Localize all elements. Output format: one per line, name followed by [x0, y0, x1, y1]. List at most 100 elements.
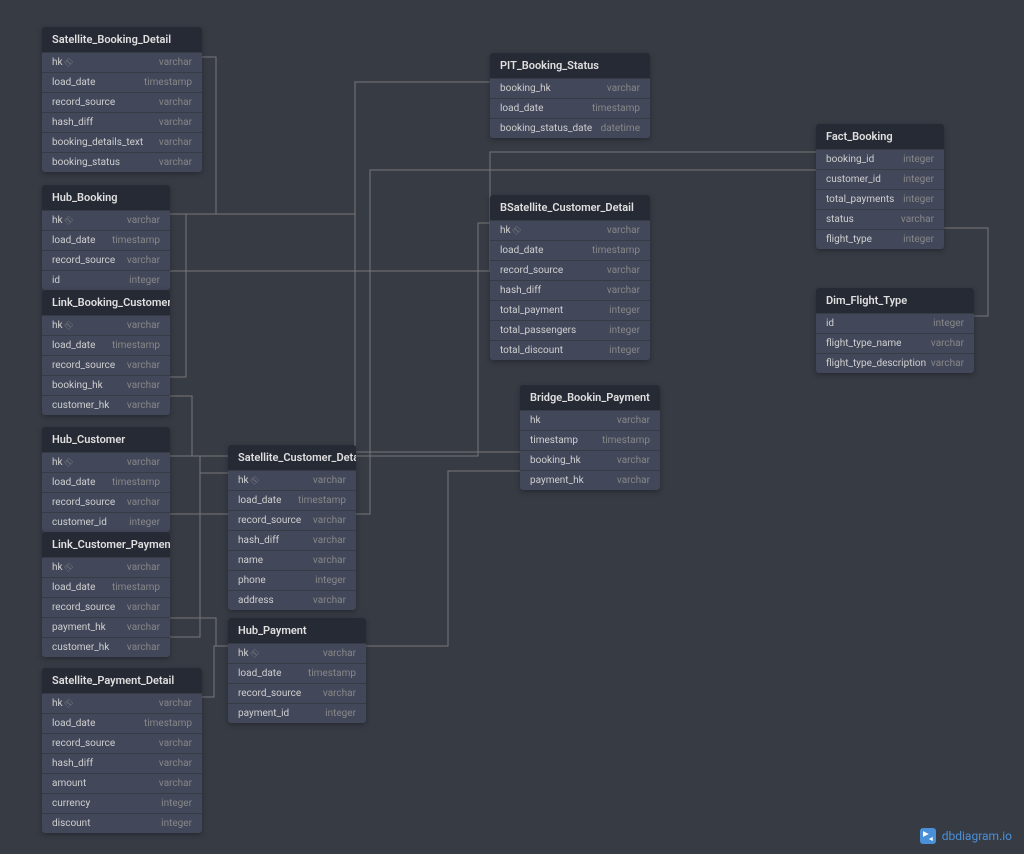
table-pit_booking_status[interactable]: PIT_Booking_Statusbooking_hkvarcharload_… — [490, 53, 650, 138]
column-row[interactable]: booking_statusvarchar — [42, 152, 202, 172]
column-row[interactable]: phoneinteger — [228, 570, 356, 590]
column-row[interactable]: total_discountinteger — [490, 340, 650, 360]
table-fact_booking[interactable]: Fact_Bookingbooking_idintegercustomer_id… — [816, 124, 944, 249]
column-row[interactable]: hk⚿varchar — [228, 470, 356, 490]
column-row[interactable]: addressvarchar — [228, 590, 356, 610]
column-row[interactable]: hk⚿varchar — [490, 220, 650, 240]
column-row[interactable]: load_datetimestamp — [42, 72, 202, 92]
table-header[interactable]: Bridge_Bookin_Payment — [520, 385, 660, 410]
column-row[interactable]: flight_type_namevarchar — [816, 333, 974, 353]
column-row[interactable]: hk⚿varchar — [42, 52, 202, 72]
column-row[interactable]: load_datetimestamp — [490, 240, 650, 260]
column-name: booking_details_text — [52, 137, 143, 148]
column-row[interactable]: flight_typeinteger — [816, 229, 944, 249]
table-hub_payment[interactable]: Hub_Paymenthk⚿varcharload_datetimestampr… — [228, 618, 366, 723]
column-row[interactable]: idinteger — [816, 313, 974, 333]
column-type: varchar — [617, 475, 650, 486]
column-row[interactable]: customer_idinteger — [42, 512, 170, 532]
column-name: address — [238, 595, 274, 606]
column-row[interactable]: booking_hkvarchar — [42, 375, 170, 395]
table-header[interactable]: Fact_Booking — [816, 124, 944, 149]
column-row[interactable]: amountvarchar — [42, 773, 202, 793]
column-row[interactable]: hk⚿varchar — [42, 452, 170, 472]
column-row[interactable]: load_datetimestamp — [42, 230, 170, 250]
column-row[interactable]: hash_diffvarchar — [228, 530, 356, 550]
column-row[interactable]: load_datetimestamp — [228, 490, 356, 510]
column-row[interactable]: hk⚿varchar — [42, 557, 170, 577]
column-row[interactable]: load_datetimestamp — [42, 335, 170, 355]
column-row[interactable]: idinteger — [42, 270, 170, 290]
column-row[interactable]: hash_diffvarchar — [490, 280, 650, 300]
column-row[interactable]: record_sourcevarchar — [42, 250, 170, 270]
column-row[interactable]: hk⚿varchar — [42, 210, 170, 230]
table-hub_customer[interactable]: Hub_Customerhk⚿varcharload_datetimestamp… — [42, 427, 170, 532]
table-header[interactable]: Link_Booking_Customer — [42, 290, 170, 315]
column-name: customer_id — [52, 517, 107, 528]
column-row[interactable]: load_datetimestamp — [42, 713, 202, 733]
column-row[interactable]: timestamptimestamp — [520, 430, 660, 450]
table-link_customer_payment[interactable]: Link_Customer_Paymenthk⚿varcharload_date… — [42, 532, 170, 657]
table-bsat_customer_detail[interactable]: BSatellite_Customer_Detailhk⚿varcharload… — [490, 195, 650, 360]
column-row[interactable]: load_datetimestamp — [42, 577, 170, 597]
table-header[interactable]: Hub_Payment — [228, 618, 366, 643]
column-type: integer — [609, 305, 640, 316]
table-link_booking_customer[interactable]: Link_Booking_Customerhk⚿varcharload_date… — [42, 290, 170, 415]
key-icon: ⚿ — [63, 57, 75, 69]
column-row[interactable]: record_sourcevarchar — [42, 597, 170, 617]
column-row[interactable]: booking_hkvarchar — [520, 450, 660, 470]
column-row[interactable]: customer_hkvarchar — [42, 395, 170, 415]
table-header[interactable]: Satellite_Booking_Detail — [42, 27, 202, 52]
column-row[interactable]: booking_status_datedatetime — [490, 118, 650, 138]
column-row[interactable]: customer_hkvarchar — [42, 637, 170, 657]
column-row[interactable]: hk⚿varchar — [42, 315, 170, 335]
table-header[interactable]: Satellite_Customer_Detail — [228, 445, 356, 470]
table-sat_customer_detail[interactable]: Satellite_Customer_Detailhk⚿varcharload_… — [228, 445, 356, 610]
column-row[interactable]: payment_hkvarchar — [520, 470, 660, 490]
table-bridge_booking_payment[interactable]: Bridge_Bookin_Paymenthkvarchartimestampt… — [520, 385, 660, 490]
table-sat_payment_detail[interactable]: Satellite_Payment_Detailhk⚿varcharload_d… — [42, 668, 202, 833]
column-row[interactable]: hkvarchar — [520, 410, 660, 430]
column-row[interactable]: record_sourcevarchar — [42, 355, 170, 375]
column-row[interactable]: payment_hkvarchar — [42, 617, 170, 637]
column-row[interactable]: discountinteger — [42, 813, 202, 833]
column-type: varchar — [931, 358, 964, 369]
column-row[interactable]: total_paymentinteger — [490, 300, 650, 320]
column-row[interactable]: total_passengersinteger — [490, 320, 650, 340]
column-row[interactable]: record_sourcevarchar — [42, 733, 202, 753]
column-row[interactable]: customer_idinteger — [816, 169, 944, 189]
column-row[interactable]: record_sourcevarchar — [228, 510, 356, 530]
column-row[interactable]: record_sourcevarchar — [490, 260, 650, 280]
table-header[interactable]: PIT_Booking_Status — [490, 53, 650, 78]
column-row[interactable]: record_sourcevarchar — [42, 492, 170, 512]
column-row[interactable]: booking_details_textvarchar — [42, 132, 202, 152]
table-header[interactable]: Hub_Booking — [42, 185, 170, 210]
table-header[interactable]: Satellite_Payment_Detail — [42, 668, 202, 693]
column-row[interactable]: currencyinteger — [42, 793, 202, 813]
column-row[interactable]: record_sourcevarchar — [42, 92, 202, 112]
column-row[interactable]: flight_type_descriptionvarchar — [816, 353, 974, 373]
column-row[interactable]: hash_diffvarchar — [42, 112, 202, 132]
table-header[interactable]: BSatellite_Customer_Detail — [490, 195, 650, 220]
column-row[interactable]: load_datetimestamp — [228, 663, 366, 683]
table-header[interactable]: Dim_Flight_Type — [816, 288, 974, 313]
column-name: name — [238, 555, 263, 566]
column-row[interactable]: record_sourcevarchar — [228, 683, 366, 703]
footer-logo[interactable]: dbdiagram.io — [920, 828, 1012, 844]
column-row[interactable]: booking_hkvarchar — [490, 78, 650, 98]
column-row[interactable]: booking_idinteger — [816, 149, 944, 169]
column-row[interactable]: hk⚿varchar — [42, 693, 202, 713]
column-row[interactable]: hash_diffvarchar — [42, 753, 202, 773]
table-hub_booking[interactable]: Hub_Bookinghk⚿varcharload_datetimestampr… — [42, 185, 170, 290]
column-row[interactable]: statusvarchar — [816, 209, 944, 229]
column-row[interactable]: load_datetimestamp — [42, 472, 170, 492]
table-dim_flight_type[interactable]: Dim_Flight_Typeidintegerflight_type_name… — [816, 288, 974, 373]
table-header[interactable]: Hub_Customer — [42, 427, 170, 452]
column-row[interactable]: payment_idinteger — [228, 703, 366, 723]
column-row[interactable]: hk⚿varchar — [228, 643, 366, 663]
table-sat_booking_detail[interactable]: Satellite_Booking_Detailhk⚿varcharload_d… — [42, 27, 202, 172]
column-row[interactable]: total_paymentsinteger — [816, 189, 944, 209]
column-type: varchar — [127, 320, 160, 331]
table-header[interactable]: Link_Customer_Payment — [42, 532, 170, 557]
column-row[interactable]: load_datetimestamp — [490, 98, 650, 118]
column-row[interactable]: namevarchar — [228, 550, 356, 570]
